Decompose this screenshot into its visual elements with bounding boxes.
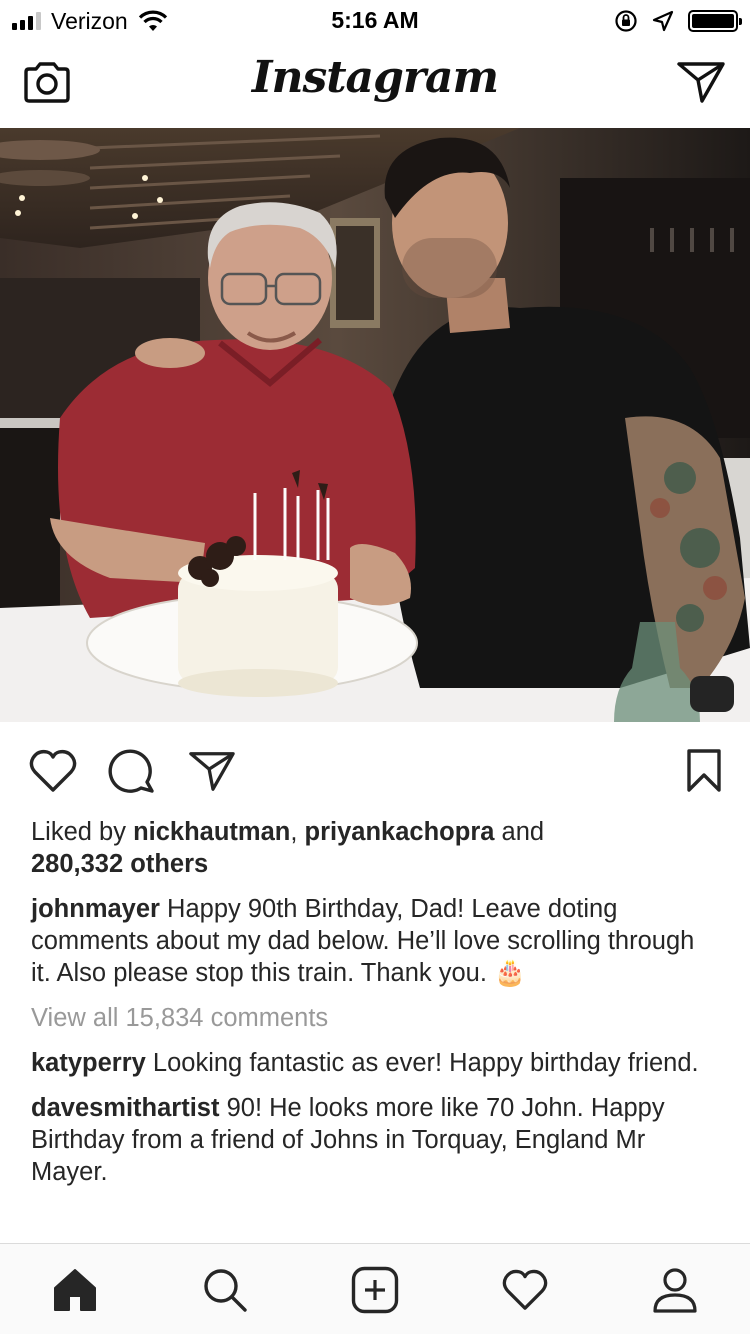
- likes-line: Liked by nickhautman, priyankachopra and…: [31, 816, 721, 880]
- home-icon[interactable]: [49, 1264, 101, 1316]
- comment-icon[interactable]: [108, 748, 156, 799]
- bottom-tab-bar: [0, 1243, 750, 1334]
- heart-icon[interactable]: [28, 748, 78, 799]
- comment-username[interactable]: davesmithartist: [31, 1094, 220, 1122]
- post-caption: johnmayer Happy 90th Birthday, Dad! Leav…: [31, 893, 721, 989]
- comment-item: davesmithartist 90! He looks more like 7…: [31, 1092, 721, 1188]
- liker-username-2[interactable]: priyankachopra: [305, 818, 495, 846]
- post-photo[interactable]: [0, 128, 750, 722]
- new-post-icon[interactable]: [349, 1264, 401, 1316]
- view-all-comments-link[interactable]: View all 15,834 comments: [31, 1002, 721, 1034]
- post-text: Liked by nickhautman, priyankachopra and…: [31, 816, 721, 1188]
- caption-username[interactable]: johnmayer: [31, 895, 160, 923]
- orientation-lock-icon: [615, 10, 637, 32]
- top-navigation: Instagram: [0, 42, 750, 128]
- instagram-logo: Instagram: [251, 52, 499, 103]
- direct-message-icon[interactable]: [676, 60, 726, 109]
- comment-item: katyperry Looking fantastic as ever! Hap…: [31, 1047, 721, 1079]
- comment-username[interactable]: katyperry: [31, 1049, 146, 1077]
- search-icon[interactable]: [199, 1264, 251, 1316]
- liker-username-1[interactable]: nickhautman: [133, 818, 290, 846]
- likes-others[interactable]: 280,332 others: [31, 850, 208, 878]
- share-icon[interactable]: [188, 748, 236, 799]
- battery-icon: [688, 10, 742, 32]
- comment-text: Looking fantastic as ever! Happy birthda…: [145, 1049, 699, 1077]
- post-actions: [0, 722, 750, 820]
- status-right: [614, 8, 742, 34]
- profile-icon[interactable]: [649, 1264, 701, 1316]
- likes-separator: ,: [290, 818, 305, 846]
- likes-and: and: [494, 818, 545, 846]
- bookmark-icon[interactable]: [686, 748, 722, 799]
- status-bar: Verizon 5:16 AM: [0, 0, 750, 42]
- activity-icon[interactable]: [499, 1264, 551, 1316]
- location-icon: [652, 10, 674, 32]
- likes-prefix: Liked by: [31, 818, 134, 846]
